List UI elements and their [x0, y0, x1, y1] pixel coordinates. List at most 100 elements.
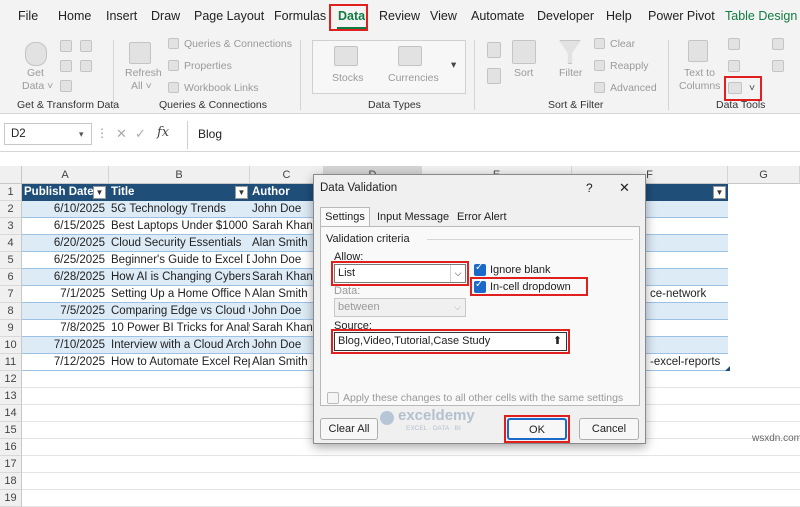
empty-row[interactable] [22, 456, 800, 473]
row-header[interactable]: 13 [0, 388, 22, 405]
tab-help[interactable]: Help [606, 9, 632, 23]
enter-icon[interactable]: ✓ [135, 126, 146, 142]
relationships-icon[interactable] [772, 60, 784, 72]
cell-link[interactable] [648, 303, 728, 320]
row-header[interactable]: 19 [0, 490, 22, 507]
tab-review[interactable]: Review [379, 9, 420, 23]
tab-power-pivot[interactable]: Power Pivot [648, 9, 715, 23]
cell-link[interactable] [648, 320, 728, 337]
consolidate-icon[interactable] [772, 38, 784, 50]
row-header[interactable]: 18 [0, 473, 22, 490]
database-icon[interactable] [25, 42, 47, 66]
column-header-a[interactable]: A [22, 166, 109, 184]
workbook-links-button[interactable]: Workbook Links [184, 82, 259, 94]
cell-publish-date[interactable]: 6/10/2025 [22, 201, 107, 218]
cell-publish-date[interactable]: 7/8/2025 [22, 320, 107, 337]
filter-dropdown-icon[interactable]: ▼ [93, 186, 106, 199]
flash-fill-icon[interactable] [728, 38, 740, 50]
refresh-icon[interactable] [129, 42, 151, 64]
cell-title[interactable]: Setting Up a Home Office N [109, 286, 250, 303]
tab-formulas[interactable]: Formulas [274, 9, 326, 23]
row-header[interactable]: 6 [0, 269, 22, 286]
row-header[interactable]: 11 [0, 354, 22, 371]
cell-publish-date[interactable]: 7/10/2025 [22, 337, 107, 354]
cell-link[interactable] [648, 218, 728, 235]
ignore-blank-label[interactable]: Ignore blank [490, 264, 551, 276]
cell-title[interactable]: Interview with a Cloud Arch [109, 337, 250, 354]
cell-title[interactable]: 10 Power BI Tricks for Analy [109, 320, 250, 337]
tab-draw[interactable]: Draw [151, 9, 180, 23]
tab-view[interactable]: View [430, 9, 457, 23]
row-header[interactable]: 4 [0, 235, 22, 252]
gallery-more-icon[interactable]: ▾ [451, 59, 456, 71]
formula-input[interactable]: Blog [187, 121, 800, 149]
cell-title[interactable]: 5G Technology Trends [109, 201, 250, 218]
column-header-g[interactable]: G [728, 166, 800, 184]
row-header[interactable]: 3 [0, 218, 22, 235]
remove-duplicates-icon[interactable] [728, 60, 740, 72]
currencies-icon[interactable] [398, 46, 422, 66]
cell-title[interactable]: How to Automate Excel Rep [109, 354, 250, 371]
apply-all-checkbox[interactable] [327, 392, 339, 404]
cell-title[interactable]: Cloud Security Essentials [109, 235, 250, 252]
row-header[interactable]: 7 [0, 286, 22, 303]
cell-publish-date[interactable]: 6/25/2025 [22, 252, 107, 269]
from-web-icon[interactable] [60, 60, 72, 72]
row-header[interactable]: 12 [0, 371, 22, 388]
stocks-icon[interactable] [334, 46, 358, 66]
row-header[interactable]: 15 [0, 422, 22, 439]
row-header[interactable]: 17 [0, 456, 22, 473]
properties-button[interactable]: Properties [184, 60, 232, 72]
get-data-label[interactable]: Get [27, 67, 44, 79]
row-header[interactable]: 9 [0, 320, 22, 337]
queries-connections-button[interactable]: Queries & Connections [184, 38, 292, 50]
cell-link[interactable]: ce-network [648, 286, 728, 303]
help-icon[interactable]: ? [586, 181, 593, 195]
apply-all-label[interactable]: Apply these changes to all other cells w… [343, 392, 623, 404]
existing-connections-icon[interactable] [80, 60, 92, 72]
empty-row[interactable] [22, 490, 800, 507]
get-data-label-2[interactable]: Data ˅ [22, 80, 53, 92]
currencies-label[interactable]: Currencies [388, 72, 439, 84]
refresh-label[interactable]: Refresh [125, 67, 162, 79]
sort-label[interactable]: Sort [514, 67, 533, 79]
row-header[interactable]: 8 [0, 303, 22, 320]
close-icon[interactable]: ✕ [619, 180, 630, 196]
tab-automate[interactable]: Automate [471, 9, 525, 23]
filter-dropdown-icon[interactable]: ▼ [713, 186, 726, 199]
filter-label[interactable]: Filter [559, 67, 582, 79]
tab-input-message[interactable]: Input Message [377, 211, 449, 223]
refresh-label-2[interactable]: All ˅ [131, 80, 152, 92]
sort-za-icon[interactable] [487, 68, 501, 84]
row-header[interactable]: 5 [0, 252, 22, 269]
cell-link[interactable] [648, 269, 728, 286]
recent-sources-icon[interactable] [80, 40, 92, 52]
sort-az-icon[interactable] [487, 42, 501, 58]
cell-publish-date[interactable]: 7/5/2025 [22, 303, 107, 320]
header-title[interactable]: Title [109, 184, 250, 201]
columns-label[interactable]: Columns [679, 80, 720, 92]
from-table-icon[interactable] [60, 80, 72, 92]
tab-file[interactable]: File [18, 9, 38, 23]
cell-publish-date[interactable]: 7/12/2025 [22, 354, 107, 371]
sort-icon[interactable] [512, 40, 536, 64]
row-header[interactable]: 1 [0, 184, 22, 201]
cell-publish-date[interactable]: 6/20/2025 [22, 235, 107, 252]
insert-function-icon[interactable]: fx [157, 125, 169, 140]
tab-developer[interactable]: Developer [537, 9, 594, 23]
reapply-button[interactable]: Reapply [610, 60, 649, 72]
cell-title[interactable]: How AI is Changing Cybersec [109, 269, 250, 286]
name-box-dropdown-icon[interactable]: ▾ [79, 129, 84, 140]
cell-link[interactable] [648, 201, 728, 218]
text-to-label[interactable]: Text to [684, 67, 715, 79]
stocks-label[interactable]: Stocks [332, 72, 364, 84]
text-to-columns-icon[interactable] [688, 40, 708, 62]
cancel-icon[interactable]: ✕ [116, 126, 127, 142]
cell-title[interactable]: Beginner's Guide to Excel D [109, 252, 250, 269]
from-text-icon[interactable] [60, 40, 72, 52]
cell-link[interactable] [648, 252, 728, 269]
cell-link[interactable] [648, 235, 728, 252]
select-all-corner[interactable] [0, 166, 22, 184]
clear-all-button[interactable]: Clear All [320, 418, 378, 440]
cell-publish-date[interactable]: 6/28/2025 [22, 269, 107, 286]
